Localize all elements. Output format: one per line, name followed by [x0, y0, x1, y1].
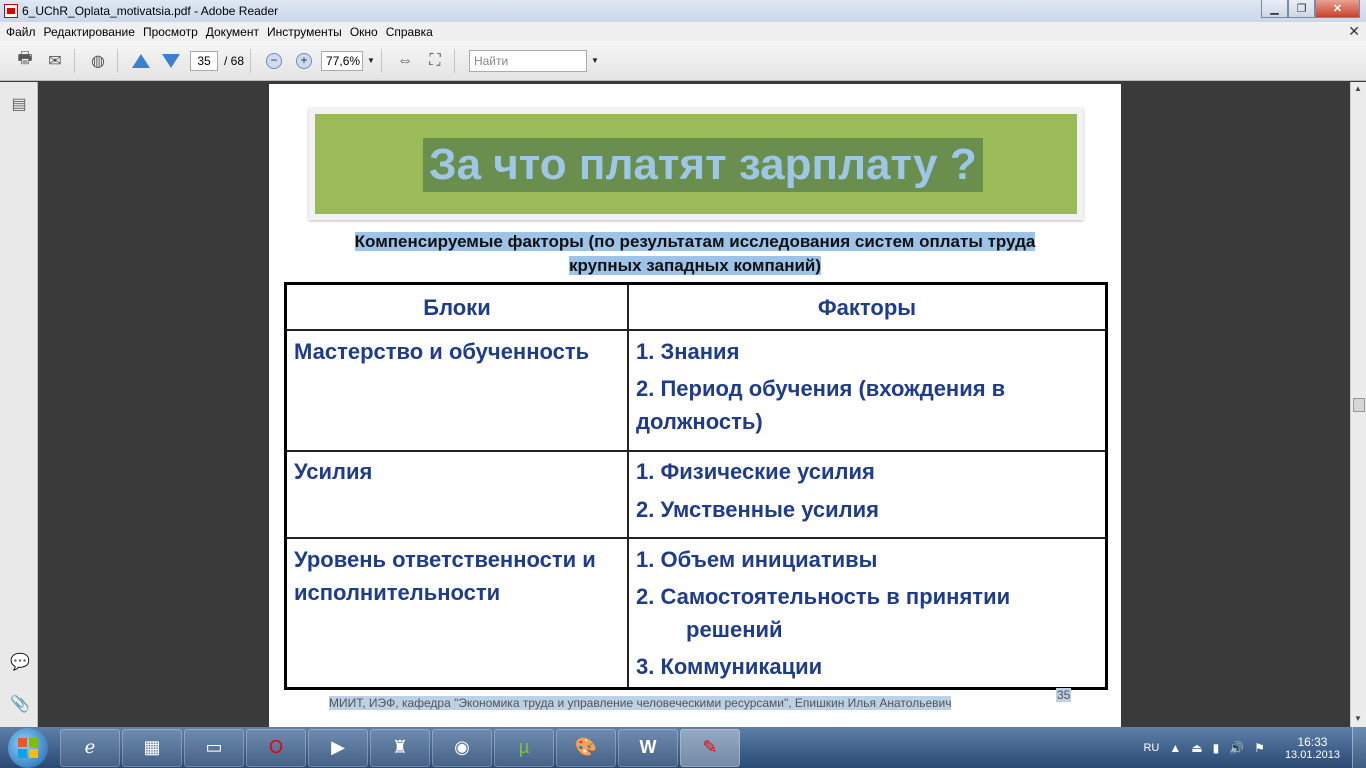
table-column-divider	[627, 285, 629, 687]
menu-bar: Файл Редактирование Просмотр Документ Ин…	[0, 22, 1366, 41]
pdf-page: За что платят зарплату ? Компенсируемые …	[269, 84, 1121, 727]
attachments-icon[interactable]: 📎	[10, 694, 30, 714]
page-number-input[interactable]: 35	[190, 50, 218, 71]
menu-tools[interactable]: Инструменты	[267, 25, 342, 39]
print-icon[interactable]: 🖶	[12, 48, 38, 74]
adobe-reader-taskbar-icon[interactable]: ✎	[680, 728, 740, 767]
subtitle-line-1: Компенсируемые факторы (по результатам и…	[354, 232, 1036, 251]
language-indicator[interactable]: RU	[1143, 742, 1159, 754]
clock-time: 16:33	[1297, 734, 1328, 749]
vertical-scrollbar[interactable]: ▲ ▼	[1350, 82, 1366, 727]
table-cell-factor: 1. Знания	[636, 339, 740, 364]
window-title: 6_UChR_Oplata_motivatsia.pdf - Adobe Rea…	[22, 4, 279, 18]
clock[interactable]: 16:33 13.01.2013	[1285, 735, 1340, 761]
adobe-reader-icon	[4, 4, 18, 18]
menu-file[interactable]: Файл	[6, 25, 36, 39]
previous-page-button[interactable]	[128, 48, 154, 74]
table-cell-factor: 2. Умственные усилия	[636, 497, 880, 522]
table-cell-block: Уровень ответственности и	[294, 547, 596, 572]
menu-help[interactable]: Справка	[386, 25, 433, 39]
table-cell-block: исполнительности	[294, 580, 501, 605]
scroll-down-icon[interactable]: ▼	[1354, 714, 1362, 723]
menu-view[interactable]: Просмотр	[143, 25, 198, 39]
fit-page-icon[interactable]: ⛶	[422, 48, 448, 74]
table-header-factors: Факторы	[817, 295, 917, 320]
zoom-dropdown-icon[interactable]: ▼	[367, 56, 375, 65]
navigation-pane: ▤ 💬 📎	[0, 82, 38, 727]
footer-text: МИИТ, ИЭФ, кафедра "Экономика труда и уп…	[329, 696, 952, 710]
document-area: За что платят зарплату ? Компенсируемые …	[39, 82, 1350, 727]
table-cell-factor: 2. Самостоятельность в принятии	[636, 584, 1011, 609]
slide-subtitle: Компенсируемые факторы (по результатам и…	[289, 230, 1101, 278]
fit-width-icon[interactable]: ⇔	[392, 48, 418, 74]
next-page-button[interactable]	[158, 48, 184, 74]
table-header-blocks: Блоки	[423, 295, 491, 320]
page-total: / 68	[224, 53, 245, 68]
taskbar: ℯ ▦ ▭ O ▶ ♜ ◉ µ 🎨 W ✎ RU ▲ ⏏ ▮ 🔊 ⚑ 16:33…	[0, 727, 1366, 768]
start-button[interactable]	[8, 727, 48, 768]
toolbar-divider	[453, 48, 455, 73]
opera-icon[interactable]: O	[246, 728, 306, 767]
windows-logo-icon	[18, 737, 38, 758]
table-cell-factor: 1. Физические усилия	[636, 459, 875, 484]
slide-footer: МИИТ, ИЭФ, кафедра "Экономика труда и уп…	[329, 696, 952, 710]
minimize-button[interactable]: ▁	[1261, 0, 1288, 18]
zoom-in-button[interactable]: +	[291, 48, 317, 74]
scroll-up-icon[interactable]: ▲	[1354, 84, 1362, 93]
tray-expand-icon[interactable]: ▲	[1169, 741, 1181, 755]
table-cell-block: Мастерство и обученность	[294, 339, 590, 364]
calculator-icon[interactable]: ▦	[122, 728, 182, 767]
table-cell-factor: 2. Период обучения (вхождения в	[636, 376, 1006, 401]
toolbar: 🖶 ✉ ◍ 35 / 68 − + 77,6% ▼ ⇔ ⛶ Найти ▼	[0, 41, 1366, 81]
clock-date: 13.01.2013	[1284, 748, 1340, 761]
table-cell-factor: 1. Объем инициативы	[636, 547, 878, 572]
pages-icon[interactable]: ▤	[10, 94, 28, 114]
table-cell-factor: 3. Коммуникации	[636, 654, 823, 679]
zoom-input[interactable]: 77,6%	[321, 50, 364, 71]
ie-icon[interactable]: ℯ	[60, 728, 120, 767]
menu-edit[interactable]: Редактирование	[44, 25, 135, 39]
zoom-out-button[interactable]: −	[261, 48, 287, 74]
menu-document[interactable]: Документ	[206, 25, 259, 39]
toolbar-divider	[250, 48, 252, 73]
table-row-divider	[287, 450, 1105, 452]
close-button[interactable]: ✕	[1315, 0, 1360, 18]
network-icon[interactable]: ▮	[1213, 741, 1220, 755]
title-bar: 6_UChR_Oplata_motivatsia.pdf - Adobe Rea…	[0, 0, 1366, 22]
show-desktop-button[interactable]	[1352, 727, 1366, 768]
table-row-divider	[287, 537, 1105, 539]
table-cell-block: Усилия	[294, 459, 373, 484]
collaborate-icon[interactable]: ◍	[85, 48, 111, 74]
scrollbar-thumb[interactable]	[1353, 398, 1365, 412]
share-icon[interactable]: ✉	[42, 48, 68, 74]
media-player-icon[interactable]: ▶	[308, 728, 368, 767]
slide-title: За что платят зарплату ?	[423, 138, 983, 192]
volume-icon[interactable]: 🔊	[1229, 741, 1244, 755]
toolbar-divider	[117, 48, 118, 73]
restore-button[interactable]: ❐	[1288, 0, 1315, 18]
word-icon[interactable]: W	[618, 728, 678, 767]
notification-flag-icon[interactable]: ⚑	[1254, 741, 1265, 755]
window-controls: ▁ ❐ ✕	[1261, 0, 1360, 18]
factors-table: Блоки Факторы Мастерство и обученность 1…	[284, 282, 1108, 690]
table-cell-factor: решений	[686, 617, 783, 642]
paint-icon[interactable]: 🎨	[556, 728, 616, 767]
toolbar-divider	[74, 48, 75, 73]
app-icon[interactable]: ♜	[370, 728, 430, 767]
system-tray: RU ▲ ⏏ ▮ 🔊 ⚑ 16:33 13.01.2013	[1143, 727, 1366, 768]
document-close-icon[interactable]: ✕	[1348, 23, 1360, 40]
toolbar-divider	[380, 48, 382, 73]
slide-page-number: 35	[1056, 688, 1072, 702]
utorrent-icon[interactable]: µ	[494, 728, 554, 767]
table-row-divider	[287, 329, 1105, 331]
chrome-icon[interactable]: ◉	[432, 728, 492, 767]
subtitle-line-2: крупных западных компаний)	[568, 256, 822, 275]
comments-icon[interactable]: 💬	[10, 652, 30, 672]
search-input[interactable]: Найти	[468, 49, 587, 72]
menu-window[interactable]: Окно	[350, 25, 378, 39]
usb-icon[interactable]: ⏏	[1191, 741, 1202, 755]
table-cell-factor: должность)	[636, 409, 763, 434]
search-dropdown-icon[interactable]: ▼	[591, 56, 599, 65]
explorer-icon[interactable]: ▭	[184, 728, 244, 767]
